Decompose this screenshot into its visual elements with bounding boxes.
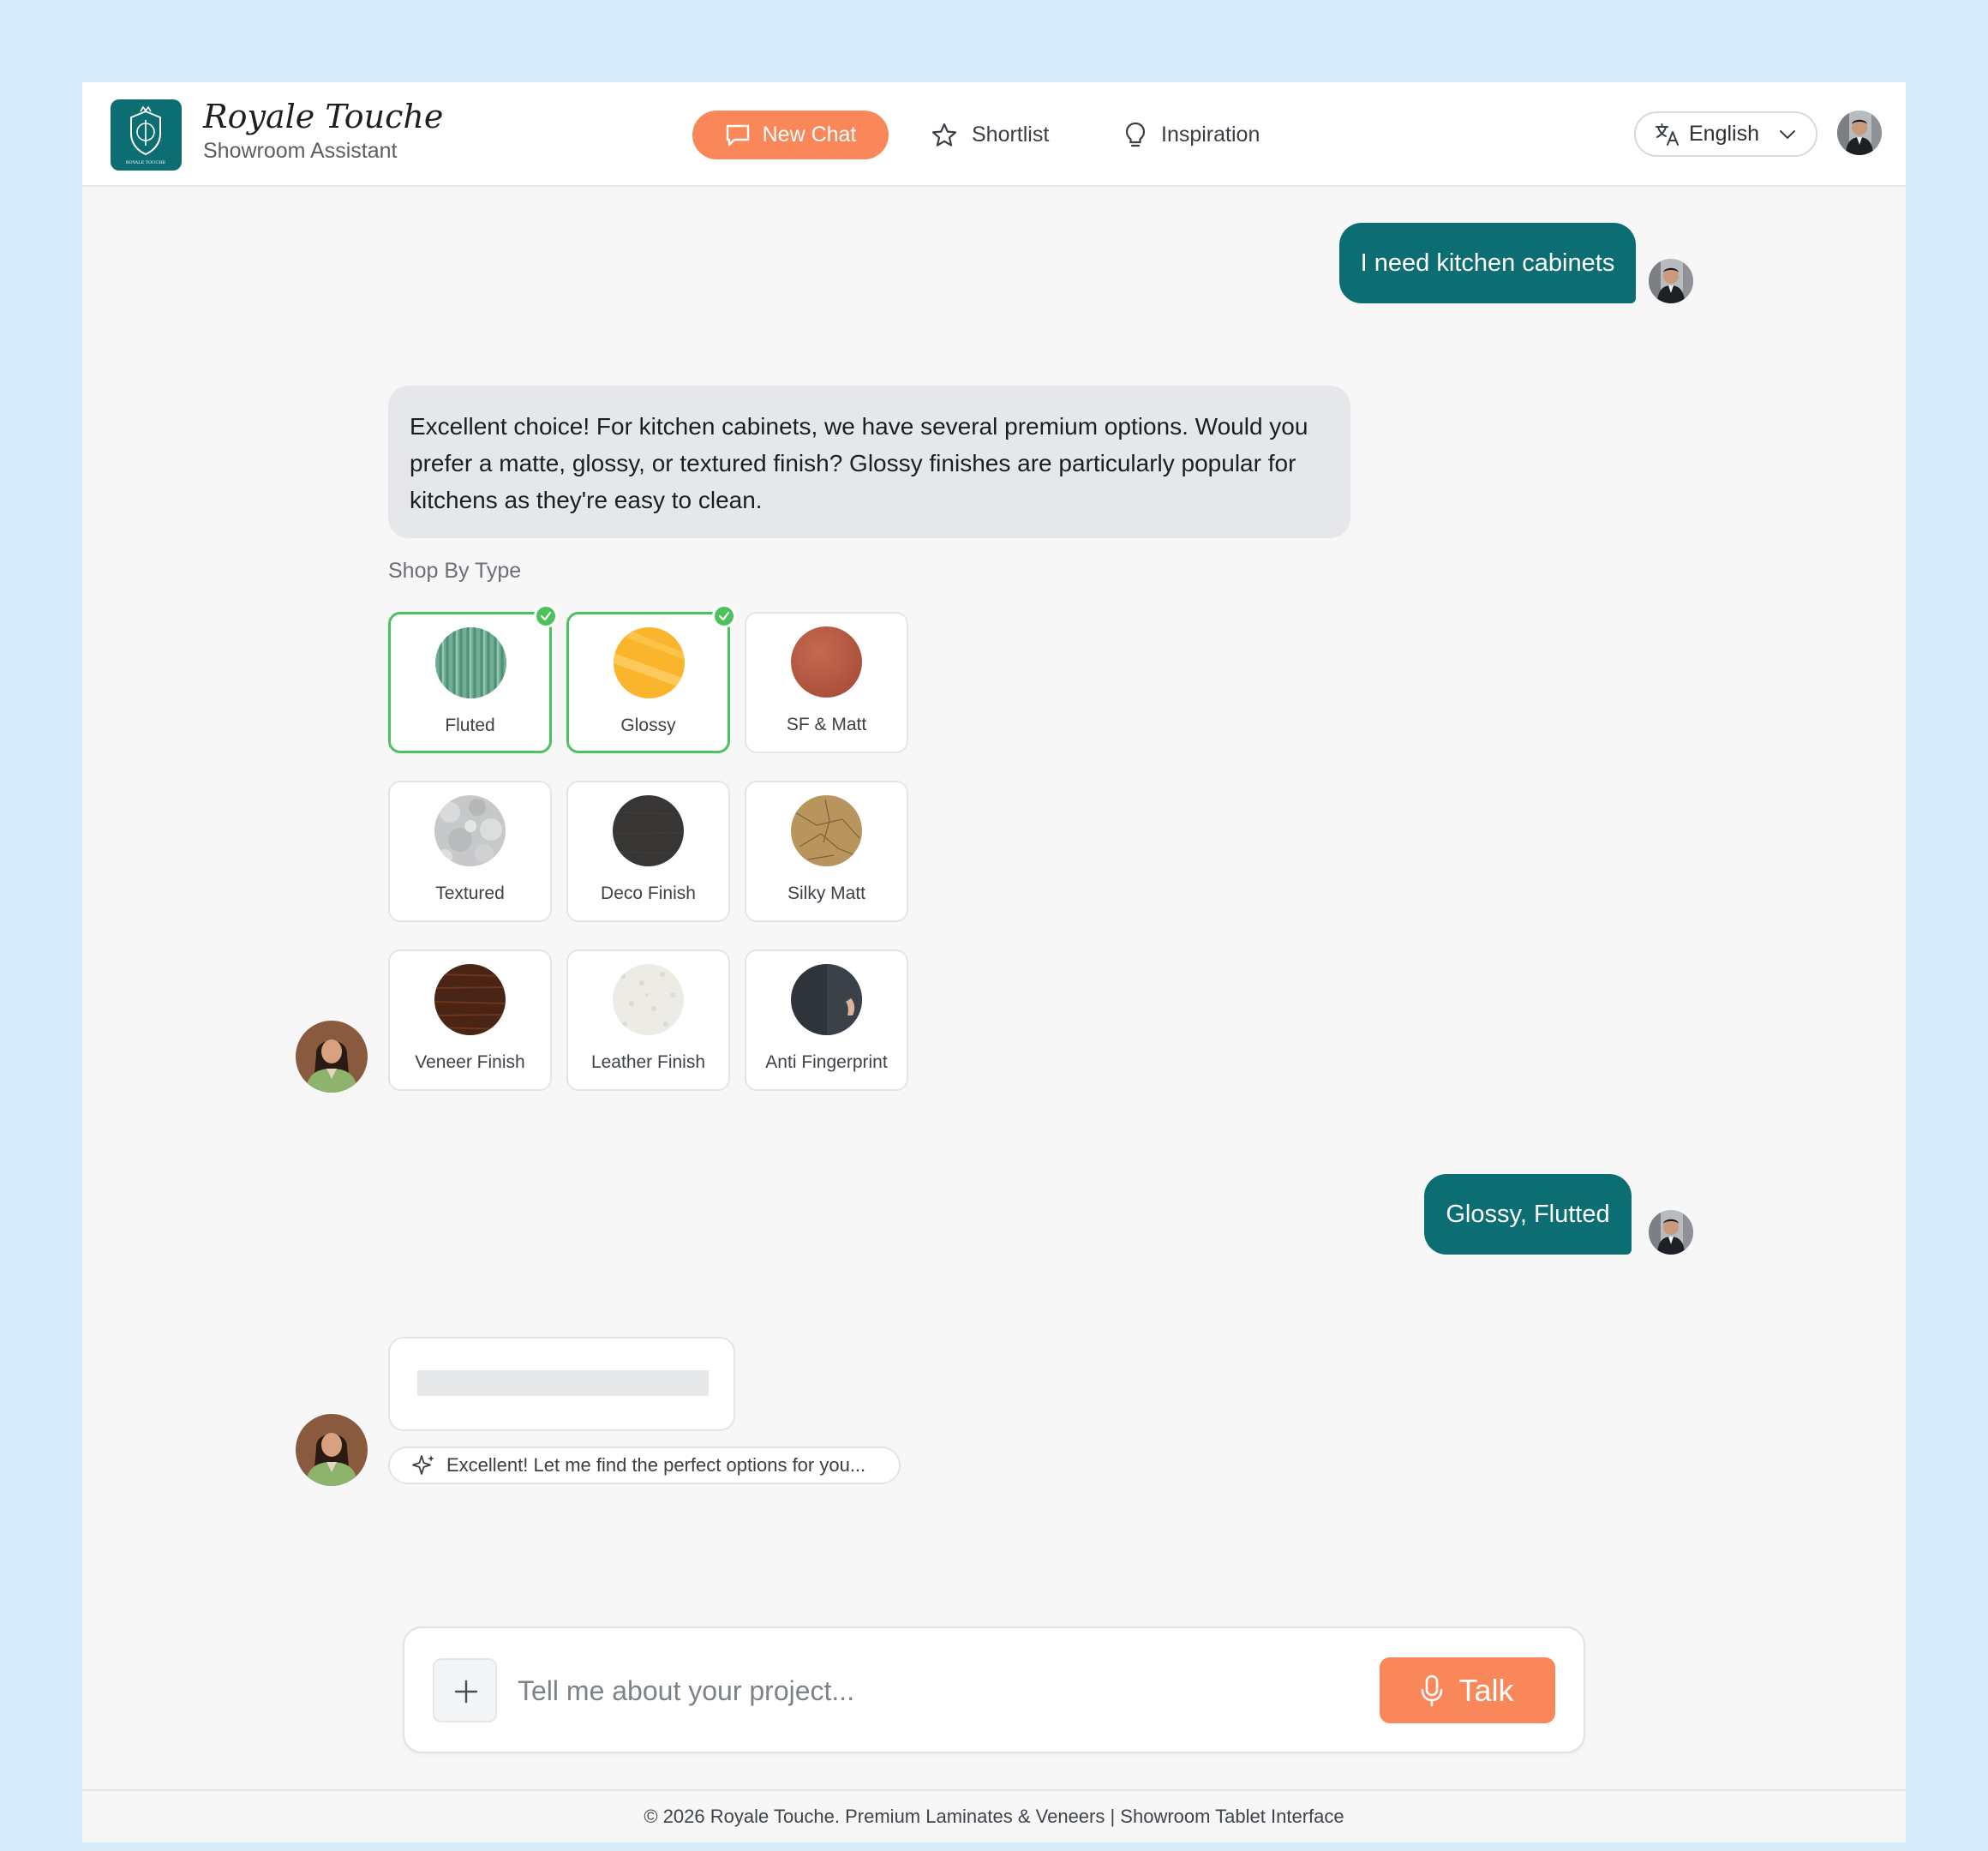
type-tile-deco-finish[interactable]: Deco Finish	[566, 781, 730, 922]
app-window: ROYALE TOUCHE Royale Touche Showroom Ass…	[82, 82, 1906, 1842]
type-tile-textured[interactable]: Textured	[388, 781, 552, 922]
sf-matt-swatch	[791, 626, 862, 698]
type-tile-label: Leather Finish	[590, 1052, 706, 1072]
page-footer: © 2026 Royale Touche. Premium Laminates …	[82, 1789, 1906, 1842]
plus-icon	[454, 1680, 478, 1704]
nav-shortlist-label: Shortlist	[972, 123, 1050, 147]
type-tile-veneer-finish[interactable]: Veneer Finish	[388, 949, 552, 1091]
type-tile-label: SF & Matt	[786, 715, 867, 734]
message-input[interactable]	[518, 1662, 1366, 1719]
microphone-icon	[1422, 1674, 1443, 1706]
user-photo-icon	[1837, 111, 1882, 155]
assistant-portrait-icon	[296, 1414, 368, 1486]
type-tile-label: Fluted	[445, 716, 495, 735]
glossy-swatch	[614, 627, 685, 698]
assistant-avatar	[296, 1021, 368, 1093]
type-tile-silky-matt[interactable]: Silky Matt	[745, 781, 908, 922]
new-chat-button[interactable]: New Chat	[692, 111, 889, 159]
loading-placeholder-card	[388, 1337, 735, 1431]
nav-inspiration[interactable]: Inspiration	[1123, 111, 1260, 159]
crest-icon: ROYALE TOUCHE	[126, 105, 166, 165]
nav-shortlist[interactable]: Shortlist	[931, 111, 1049, 159]
type-tile-label: Glossy	[620, 716, 676, 735]
veneer-finish-swatch	[434, 964, 506, 1035]
leather-finish-swatch	[613, 964, 684, 1035]
talk-button[interactable]: Talk	[1380, 1657, 1555, 1723]
user-message-bubble: Glossy, Flutted	[1424, 1174, 1632, 1255]
textured-swatch	[434, 795, 506, 866]
footer-text: © 2026 Royale Touche. Premium Laminates …	[644, 1806, 1344, 1827]
lightbulb-icon	[1125, 122, 1146, 147]
language-label: English	[1689, 122, 1759, 146]
type-tile-label: Deco Finish	[601, 884, 696, 903]
shop-by-type-heading: Shop By Type	[388, 559, 522, 583]
type-tile-label: Anti Fingerprint	[765, 1052, 888, 1072]
typing-status-text: Excellent! Let me find the perfect optio…	[446, 1454, 866, 1476]
star-icon	[931, 123, 957, 147]
user-photo-icon	[1649, 259, 1693, 303]
check-icon	[712, 604, 736, 628]
attach-button[interactable]	[433, 1658, 497, 1722]
assistant-portrait-icon	[296, 1021, 368, 1093]
message-composer: Talk	[403, 1626, 1585, 1753]
type-tile-anti-fingerprint[interactable]: Anti Fingerprint	[745, 949, 908, 1091]
chevron-down-icon	[1780, 129, 1795, 139]
new-chat-label: New Chat	[762, 123, 857, 147]
type-tile-label: Silky Matt	[787, 884, 865, 903]
fluted-swatch	[435, 627, 506, 698]
user-message-bubble: I need kitchen cabinets	[1339, 223, 1636, 303]
check-icon	[534, 604, 558, 628]
anti-fingerprint-swatch	[791, 964, 862, 1035]
assistant-avatar	[296, 1414, 368, 1486]
language-select[interactable]: English	[1634, 111, 1817, 157]
type-tile-label: Veneer Finish	[415, 1052, 525, 1072]
top-header: ROYALE TOUCHE Royale Touche Showroom Ass…	[82, 82, 1906, 187]
sparkle-icon	[412, 1455, 434, 1475]
talk-button-label: Talk	[1458, 1672, 1514, 1708]
type-tile-fluted[interactable]: Fluted	[388, 604, 558, 753]
type-tile-leather-finish[interactable]: Leather Finish	[566, 949, 730, 1091]
assistant-typing-status: Excellent! Let me find the perfect optio…	[388, 1447, 901, 1484]
chat-bubble-icon	[726, 124, 749, 146]
translate-icon	[1656, 123, 1679, 146]
user-profile-avatar[interactable]	[1837, 111, 1882, 155]
silky-matt-swatch	[791, 795, 862, 866]
user-avatar	[1649, 259, 1693, 303]
assistant-message-bubble: Excellent choice! For kitchen cabinets, …	[388, 386, 1350, 538]
svg-text:ROYALE TOUCHE: ROYALE TOUCHE	[126, 160, 166, 165]
type-tile-label: Textured	[435, 884, 505, 903]
brand-logo[interactable]: ROYALE TOUCHE	[111, 99, 182, 171]
brand-title: Royale Touche	[203, 98, 444, 135]
nav-inspiration-label: Inspiration	[1161, 123, 1260, 147]
user-avatar	[1649, 1210, 1693, 1255]
brand-subtitle: Showroom Assistant	[203, 139, 398, 163]
deco-finish-swatch	[613, 795, 684, 866]
loading-skeleton-bar	[417, 1370, 709, 1396]
user-photo-icon	[1649, 1210, 1693, 1255]
type-tile-glossy[interactable]: Glossy	[566, 604, 736, 753]
type-tile-sf-matt[interactable]: SF & Matt	[745, 612, 908, 753]
